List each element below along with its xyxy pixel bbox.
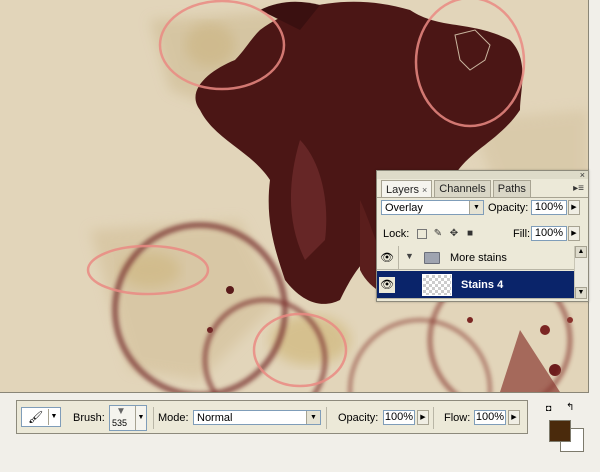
fill-field[interactable]: 100% (531, 226, 567, 241)
lock-all-padlock-icon[interactable]: ■ (465, 229, 475, 239)
tab-layers[interactable]: Layers × (381, 180, 433, 198)
tab-paths[interactable]: Paths (492, 180, 531, 197)
folder-icon (424, 252, 440, 264)
tab-close-icon[interactable]: × (422, 182, 427, 198)
swap-colors-icon[interactable]: ↰ (566, 403, 574, 413)
dropdown-arrow-icon[interactable]: ▼ (48, 409, 59, 425)
visibility-eye-icon[interactable]: 👁 (379, 277, 395, 293)
fill-slider-arrow-icon[interactable]: ▶ (568, 226, 580, 241)
brush-opacity-arrow-icon[interactable]: ▶ (417, 410, 429, 425)
layer-row-selected[interactable]: 👁 Stains 4 (377, 271, 574, 299)
separator (433, 407, 434, 429)
layer-name: More stains (450, 252, 507, 264)
brush-mode-value: Normal (197, 412, 233, 424)
tab-layers-label: Layers (386, 183, 420, 196)
blend-mode-value: Overlay (385, 202, 423, 214)
layer-opacity-field[interactable]: 100% (531, 200, 567, 215)
blend-mode-select[interactable]: Overlay ▼ (381, 200, 484, 215)
lock-transparency-icon[interactable] (417, 229, 427, 239)
layer-row-group[interactable]: 👁 ▼ More stains (377, 246, 574, 270)
brush-picker[interactable]: ▼ 535 ▼ (109, 405, 147, 431)
panel-tabs: Layers × Channels Paths (381, 180, 533, 198)
tab-paths-label: Paths (497, 183, 526, 195)
opacity-label: Opacity: (488, 202, 529, 214)
lock-position-move-icon[interactable]: ✥ (449, 229, 459, 239)
tool-preset-picker[interactable]: 🖌 ▼ (21, 407, 61, 427)
brush-opacity-label: Opacity: (338, 412, 379, 424)
tab-channels[interactable]: Channels (434, 180, 491, 197)
lock-label: Lock: (383, 228, 410, 240)
scroll-down-arrow-icon[interactable]: ▼ (575, 287, 587, 299)
tab-channels-label: Channels (439, 183, 486, 195)
brush-tool-icon: 🖌 (28, 410, 44, 424)
dropdown-arrow-icon[interactable]: ▼ (135, 406, 146, 430)
flow-arrow-icon[interactable]: ▶ (508, 410, 520, 425)
dropdown-arrow-icon[interactable]: ▼ (306, 411, 320, 424)
mode-label: Mode: (158, 412, 189, 424)
brush-mode-select[interactable]: Normal ▼ (193, 410, 321, 425)
foreground-color-swatch[interactable] (549, 420, 571, 442)
separator (153, 407, 154, 429)
layers-scrollbar[interactable]: ▲ ▼ (574, 246, 588, 299)
lock-pixels-brush-icon[interactable]: ✎ (433, 229, 443, 239)
brush-options-bar: 🖌 ▼ Brush: ▼ 535 ▼ Mode: Normal ▼ Opacit… (16, 400, 528, 434)
layer-name: Stains 4 (461, 279, 504, 291)
panel-title-bar[interactable]: × (377, 171, 588, 180)
default-colors-icon[interactable]: ◘ (546, 404, 551, 413)
separator (326, 407, 327, 429)
brush-size-value: 535 (112, 418, 128, 428)
panel-close-icon[interactable]: × (580, 171, 585, 180)
fill-label: Fill: (513, 228, 531, 240)
brush-tip-icon: ▼ (116, 406, 126, 417)
flow-label: Flow: (444, 412, 471, 424)
flow-field[interactable]: 100% (474, 410, 506, 425)
divider (398, 246, 399, 270)
brush-opacity-field[interactable]: 100% (383, 410, 415, 425)
dropdown-arrow-icon[interactable]: ▼ (469, 201, 483, 214)
panel-menu-icon[interactable]: ▸≡ (573, 183, 584, 194)
tab-divider (377, 197, 588, 198)
layer-thumbnail (422, 274, 452, 296)
group-expand-triangle-icon[interactable]: ▼ (405, 251, 414, 261)
scroll-up-arrow-icon[interactable]: ▲ (575, 246, 587, 258)
color-swatches: ◘ ↰ (544, 402, 586, 452)
visibility-eye-icon[interactable]: 👁 (379, 250, 395, 266)
brush-label: Brush: (73, 412, 105, 424)
opacity-slider-arrow-icon[interactable]: ▶ (568, 200, 580, 215)
